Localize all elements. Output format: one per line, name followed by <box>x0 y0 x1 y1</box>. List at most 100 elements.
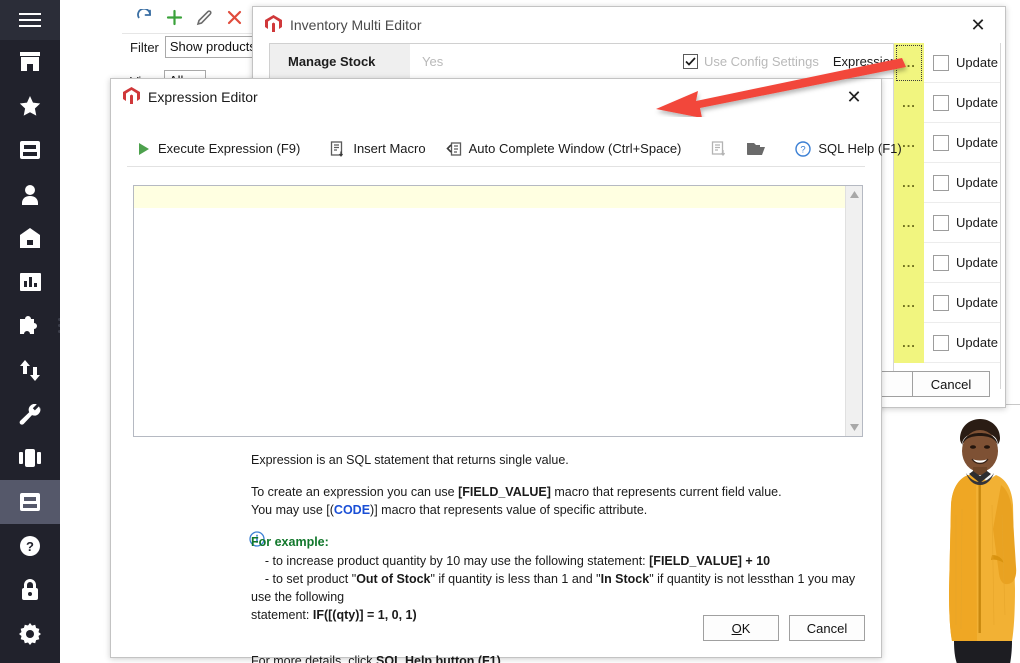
sidebar-item-reports[interactable] <box>0 260 60 304</box>
sidebar-item-help[interactable]: ? <box>0 524 60 568</box>
gear-icon <box>19 623 41 645</box>
auto-complete-label: Auto Complete Window (Ctrl+Space) <box>468 141 682 156</box>
bag-icon <box>19 228 41 248</box>
help-line-2: To create an expression you can use [FIE… <box>251 483 859 501</box>
update-checkbox[interactable] <box>933 94 949 111</box>
help-line-2-b: macro that represents current field valu… <box>550 485 782 500</box>
update-row: ... Update <box>894 42 1000 83</box>
sidebar-item-dashboard[interactable] <box>0 40 60 84</box>
ellipsis-button[interactable]: ... <box>894 42 924 83</box>
help-more-a: For more details, click <box>251 654 377 663</box>
sidebar-item-security[interactable] <box>0 568 60 612</box>
sidebar-item-extensions[interactable] <box>0 304 60 348</box>
sidebar-item-sales[interactable] <box>0 128 60 172</box>
update-checkbox[interactable] <box>933 174 949 191</box>
inbox-icon <box>19 140 41 160</box>
sidebar-item-customers[interactable] <box>0 172 60 216</box>
help-field-value-macro: [FIELD_VALUE] <box>458 485 551 500</box>
expression-dialog-body: Execute Expression (F9) Insert Macro Aut… <box>111 115 902 663</box>
refresh-icon[interactable] <box>130 5 158 31</box>
magento-icon <box>265 15 282 35</box>
store-icon <box>19 52 41 72</box>
save-script-button[interactable] <box>701 136 737 162</box>
close-icon[interactable]: ✕ <box>957 10 999 40</box>
save-script-icon <box>711 140 727 157</box>
filter-label: Filter <box>130 39 159 55</box>
sidebar-item-products[interactable] <box>0 480 60 524</box>
delete-icon[interactable] <box>220 5 248 31</box>
arrows-updown-icon <box>19 359 41 381</box>
update-checkbox[interactable] <box>933 294 949 311</box>
star-icon <box>19 95 41 117</box>
help-line-3-b: )] macro that represents value of specif… <box>370 503 648 518</box>
sql-help-label: SQL Help (F1) <box>818 141 902 156</box>
close-icon[interactable]: ✕ <box>833 82 875 112</box>
use-config-settings-checkbox[interactable] <box>682 53 698 69</box>
insert-macro-icon <box>330 140 346 157</box>
puzzle-icon <box>19 315 41 337</box>
archive-icon <box>19 492 41 512</box>
update-checkbox[interactable] <box>933 334 949 351</box>
help-if-statement: IF([(qty)] = 1, 0, 1) <box>312 607 417 622</box>
auto-complete-button[interactable]: Auto Complete Window (Ctrl+Space) <box>436 136 692 162</box>
sidebar-item-favorites[interactable] <box>0 84 60 128</box>
ok-button[interactable]: OK <box>703 615 779 641</box>
manage-stock-value[interactable]: Yes <box>410 44 683 78</box>
execute-expression-label: Execute Expression (F9) <box>158 141 301 156</box>
columns-icon <box>19 449 41 467</box>
sidebar-item-catalog[interactable] <box>0 216 60 260</box>
help-example-2-d: statement: <box>251 607 313 622</box>
sidebar-item-tools[interactable] <box>0 392 60 436</box>
update-row: ... Update <box>894 282 1000 323</box>
insert-macro-button[interactable]: Insert Macro <box>320 136 435 162</box>
help-line-3: You may use [(CODE)] macro that represen… <box>251 501 859 519</box>
inventory-cancel-button[interactable]: Cancel <box>912 371 990 397</box>
lock-icon <box>20 579 40 601</box>
scroll-up-icon[interactable] <box>846 186 862 203</box>
ellipsis-button[interactable]: ... <box>894 242 924 283</box>
update-checkbox[interactable] <box>933 214 949 231</box>
cancel-button[interactable]: Cancel <box>789 615 865 641</box>
expression-code-editor[interactable] <box>133 185 863 437</box>
ok-mnemonic: O <box>731 620 742 636</box>
sidebar-item-settings[interactable] <box>0 612 60 656</box>
help-line-1: Expression is an SQL statement that retu… <box>251 453 569 467</box>
ellipsis-button[interactable]: ... <box>894 282 924 323</box>
update-row: ... Update <box>894 242 1000 283</box>
magento-icon <box>123 87 140 107</box>
inventory-dialog-titlebar[interactable]: Inventory Multi Editor ✕ <box>253 7 1005 43</box>
ellipsis-button[interactable]: ... <box>894 82 924 123</box>
wrench-icon <box>19 403 41 425</box>
scroll-down-icon[interactable] <box>846 419 862 436</box>
expression-editor-dialog: Expression Editor ✕ Execute Expression (… <box>110 78 902 663</box>
hamburger-menu[interactable] <box>0 0 60 40</box>
svg-text:?: ? <box>801 144 806 155</box>
expression-dialog-titlebar[interactable]: Expression Editor ✕ <box>111 79 881 115</box>
update-row: ... Update <box>894 322 1000 363</box>
open-folder-icon <box>747 141 766 156</box>
help-line-2-a: To create an expression you can use <box>251 485 459 500</box>
screen: ? Filter Show products from selecte Inve… <box>0 0 1020 663</box>
update-checkbox[interactable] <box>933 134 949 151</box>
sidebar-item-import-export[interactable] <box>0 348 60 392</box>
ellipsis-button[interactable]: ... <box>894 162 924 203</box>
update-row: ... Update <box>894 82 1000 123</box>
sql-help-button[interactable]: ? SQL Help (F1) <box>785 136 911 162</box>
help-code-macro: CODE <box>333 503 371 518</box>
open-folder-button[interactable] <box>737 136 775 162</box>
help-out-of-stock: Out of Stock <box>356 571 431 586</box>
ellipsis-button[interactable]: ... <box>894 202 924 243</box>
svg-text:?: ? <box>26 539 34 554</box>
update-checkbox[interactable] <box>933 54 949 71</box>
update-label: Update <box>956 255 998 270</box>
code-vertical-scrollbar[interactable] <box>845 186 862 436</box>
update-checkbox[interactable] <box>933 254 949 271</box>
add-icon[interactable] <box>160 5 188 31</box>
manage-stock-row: Manage Stock Yes Use Config Settings Exp… <box>269 43 919 79</box>
help-example-1: - to increase product quantity by 10 may… <box>251 552 859 570</box>
edit-icon[interactable] <box>190 5 218 31</box>
help-example-2: - to set product "Out of Stock" if quant… <box>251 570 859 606</box>
execute-expression-button[interactable]: Execute Expression (F9) <box>127 136 310 162</box>
sidebar-item-content[interactable] <box>0 436 60 480</box>
ellipsis-button[interactable]: ... <box>894 322 924 363</box>
